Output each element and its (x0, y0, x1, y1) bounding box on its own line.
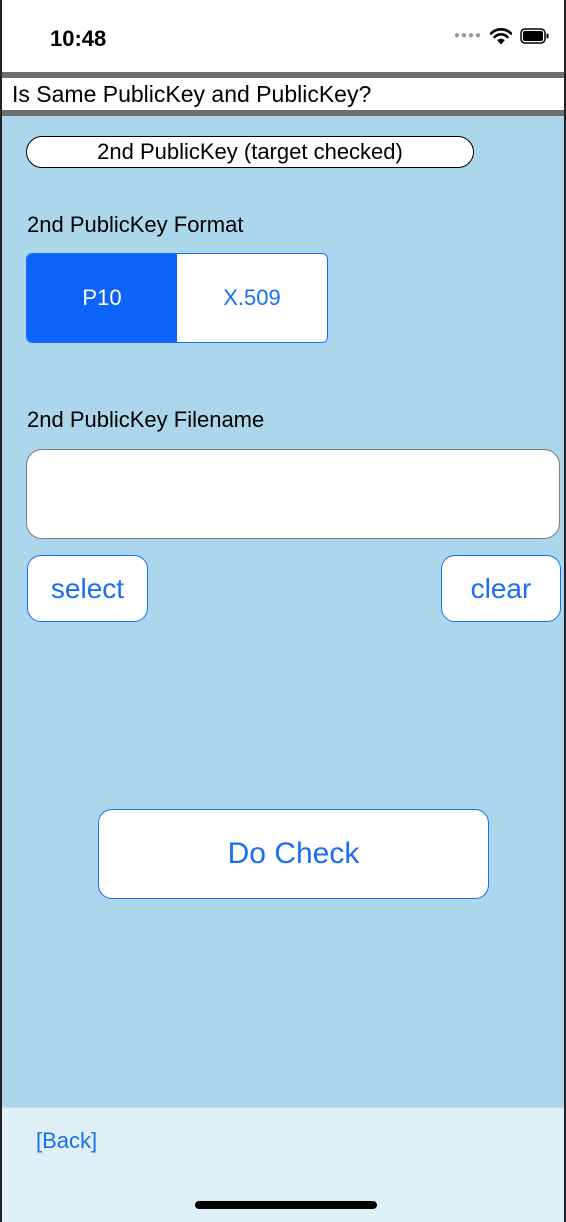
format-segment-p10[interactable]: P10 (27, 254, 177, 342)
app-screen: 10:48 ●●●● Is Same PublicKey and PublicK… (0, 0, 566, 1222)
back-link[interactable]: [Back] (36, 1128, 97, 1154)
clear-button[interactable]: clear (441, 555, 561, 622)
title-bar: Is Same PublicKey and PublicKey? (2, 72, 564, 116)
status-bar: 10:48 ●●●● (2, 0, 564, 72)
select-button[interactable]: select (27, 555, 148, 622)
page-title: Is Same PublicKey and PublicKey? (12, 81, 372, 107)
status-icons: ●●●● (454, 26, 550, 46)
status-time: 10:48 (50, 26, 107, 51)
format-segment-x509[interactable]: X.509 (177, 254, 327, 342)
home-indicator[interactable] (195, 1201, 377, 1209)
filename-label: 2nd PublicKey Filename (27, 407, 265, 432)
wifi-icon (490, 28, 512, 45)
format-label: 2nd PublicKey Format (27, 212, 244, 237)
do-check-button[interactable]: Do Check (98, 809, 489, 899)
battery-icon (520, 28, 549, 44)
target-label: 2nd PublicKey (target checked) (26, 136, 474, 168)
format-segmented-control: P10 X.509 (26, 253, 328, 343)
filename-field[interactable] (26, 449, 560, 539)
main-content: 2nd PublicKey (target checked) 2nd Publi… (2, 116, 564, 1107)
cellular-dots-icon: ●●●● (453, 30, 482, 41)
